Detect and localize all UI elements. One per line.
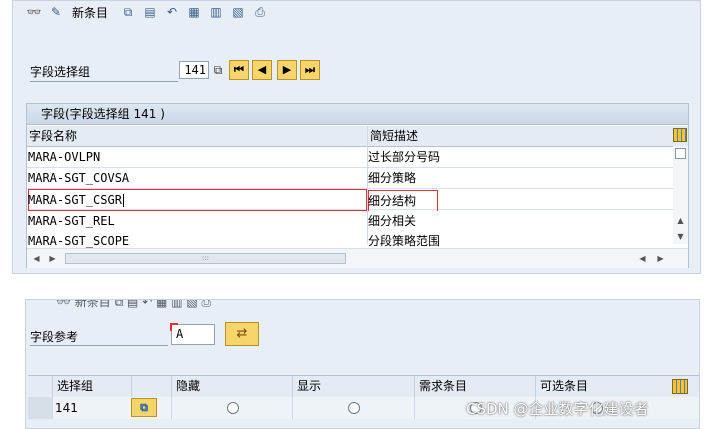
- row-selector-header[interactable]: [28, 376, 52, 397]
- scroll-right-icon[interactable]: ▶: [45, 254, 60, 263]
- first-page-button[interactable]: ⏮: [229, 60, 249, 80]
- select-block-icon[interactable]: ▥: [208, 4, 224, 20]
- fields-table: 字段(字段选择组 141 ) 字段名称 简短描述 MARA-OVLPN 过长部分…: [26, 103, 689, 268]
- scroll-left-icon[interactable]: ◀: [635, 254, 650, 263]
- field-name: MARA-SGT_REL: [28, 214, 115, 228]
- deselect-all-icon[interactable]: ▧: [230, 4, 246, 20]
- field-group-label: 字段选择组: [30, 63, 178, 82]
- table-row[interactable]: MARA-SGT_REL 细分相关: [27, 211, 673, 232]
- copy-icon[interactable]: ⧉ ▤: [115, 300, 139, 309]
- table-row[interactable]: MARA-SGT_COVSA 细分策略: [27, 168, 673, 189]
- row-selector[interactable]: [28, 397, 52, 419]
- display-cell: [292, 397, 414, 419]
- field-name: MARA-SGT_COVSA: [28, 171, 130, 185]
- table-settings-icon[interactable]: [672, 379, 688, 394]
- select-all-icon[interactable]: ▦: [186, 4, 202, 20]
- table-settings-icon[interactable]: [673, 128, 687, 142]
- copy-icon[interactable]: ⧉: [120, 4, 136, 20]
- table-header: 选择组 隐藏 显示 需求条目 可选条目: [28, 375, 699, 398]
- table-header: 字段名称 简短描述: [27, 126, 688, 147]
- field-reference-button[interactable]: ⇄: [225, 322, 259, 346]
- detail-icon: ⧉: [140, 401, 148, 414]
- arrows-icon: ⇄: [236, 326, 248, 341]
- horizontal-scrollbar[interactable]: ◀ ▶ ::: ◀ ▶: [27, 248, 688, 268]
- field-group-input[interactable]: 141: [179, 61, 209, 79]
- delete-icon[interactable]: ▤: [142, 4, 158, 20]
- field-desc: 细分相关: [368, 214, 417, 228]
- scroll-right-icon[interactable]: ▶: [653, 254, 668, 263]
- field-desc: 细分结构: [368, 194, 417, 208]
- display-radio[interactable]: [348, 402, 360, 414]
- column-header-group[interactable]: 选择组: [52, 376, 131, 397]
- scroll-thumb[interactable]: :::: [65, 253, 346, 264]
- next-page-button[interactable]: ▶: [277, 60, 297, 80]
- column-header-display[interactable]: 显示: [292, 376, 414, 397]
- field-reference-label: 字段参考: [30, 328, 168, 346]
- toolbar: 👓 ✎ 新条目 ⧉ ▤ ↶ ▦ ▥ ▧ ⎙: [26, 3, 268, 21]
- table-row-selected[interactable]: MARA-SGT_CSGR 细分结构: [27, 189, 673, 212]
- scroll-up-icon[interactable]: ▲: [673, 216, 688, 225]
- scroll-thumb[interactable]: [675, 148, 686, 159]
- display-change-icon[interactable]: ✎: [48, 4, 64, 20]
- next-icon: ▶: [282, 63, 292, 76]
- prev-page-button[interactable]: ◀: [252, 60, 272, 80]
- text-caret: [122, 194, 124, 207]
- field-name: MARA-OVLPN: [28, 150, 101, 164]
- copy-icon[interactable]: ⧉: [211, 62, 225, 78]
- field-reference-input[interactable]: A: [170, 323, 215, 345]
- hidden-cell: [171, 397, 292, 419]
- glasses-icon[interactable]: 👓: [26, 4, 42, 20]
- field-desc: 细分策略: [368, 171, 417, 185]
- first-icon: ⏮: [234, 63, 244, 76]
- field-desc: 过长部分号码: [368, 150, 441, 164]
- column-header-hidden[interactable]: 隐藏: [171, 376, 292, 397]
- column-header-optional[interactable]: 可选条目: [535, 376, 661, 397]
- undo-icon[interactable]: ↶ ▦ ▥ ▧ ⎙: [142, 300, 211, 309]
- last-icon: ⏭: [305, 63, 315, 76]
- glasses-icon[interactable]: 👓: [56, 300, 71, 309]
- column-header-blank: [131, 376, 171, 397]
- watermark: CSDN @企业数字化建设者: [466, 400, 649, 418]
- toolbar-partial: 👓 新条目 ⧉ ▤ ↶ ▦ ▥ ▧ ⎙: [56, 300, 211, 310]
- field-name: MARA-SGT_CSGR: [28, 193, 122, 207]
- vertical-scrollbar[interactable]: ▲ ▼: [673, 146, 688, 244]
- prev-icon: ◀: [257, 63, 267, 76]
- hidden-radio[interactable]: [227, 402, 239, 414]
- column-divider: [367, 126, 368, 244]
- column-header-field-name[interactable]: 字段名称: [27, 126, 77, 146]
- table-title: 字段(字段选择组 141 ): [27, 104, 688, 125]
- last-page-button[interactable]: ⏭: [300, 60, 320, 80]
- scroll-down-icon[interactable]: ▼: [673, 232, 688, 241]
- undo-icon[interactable]: ↶: [164, 4, 180, 20]
- column-header-required[interactable]: 需求条目: [414, 376, 535, 397]
- row-action-button[interactable]: ⧉: [131, 398, 157, 417]
- print-icon[interactable]: ⎙: [252, 4, 268, 20]
- field-name-editing[interactable]: MARA-SGT_CSGR: [28, 190, 124, 210]
- new-entries-button[interactable]: 新条目: [75, 300, 111, 309]
- scroll-left-icon[interactable]: ◀: [29, 254, 44, 263]
- table-row[interactable]: MARA-OVLPN 过长部分号码: [27, 147, 673, 168]
- group-cell: 141: [52, 397, 131, 419]
- column-header-description[interactable]: 简短描述: [368, 126, 418, 146]
- new-entries-button[interactable]: 新条目: [72, 4, 108, 21]
